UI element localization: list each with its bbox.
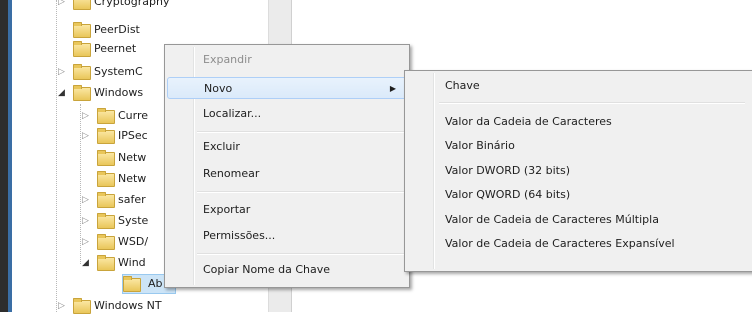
submenu-item-multi-string-value[interactable]: Valor de Cadeia de Caracteres Múltipla bbox=[407, 209, 747, 231]
tree-item-label: Peernet bbox=[94, 42, 137, 55]
folder-icon bbox=[73, 22, 91, 38]
submenu-item-label: Valor da Cadeia de Caracteres bbox=[445, 115, 612, 128]
folder-icon bbox=[97, 150, 115, 166]
submenu-item-label: Valor de Cadeia de Caracteres Múltipla bbox=[445, 213, 659, 226]
menu-item-delete[interactable]: Excluir bbox=[167, 136, 407, 158]
expand-arrow-icon[interactable]: ▷ bbox=[81, 107, 90, 125]
menu-item-label: Novo bbox=[204, 82, 233, 95]
submenu-item-dword-value[interactable]: Valor DWORD (32 bits) bbox=[407, 160, 747, 182]
menu-item-new[interactable]: Novo ▶ bbox=[167, 77, 407, 99]
context-menu: Expandir Novo ▶ Localizar... Excluir Ren… bbox=[164, 44, 410, 288]
submenu-item-label: Valor DWORD (32 bits) bbox=[445, 164, 570, 177]
menu-item-label: Exportar bbox=[203, 203, 251, 216]
window-frame-edge bbox=[0, 0, 8, 312]
tree-item-label: Netw bbox=[118, 151, 147, 164]
submenu-item-label: Valor de Cadeia de Caracteres Expansível bbox=[445, 237, 675, 250]
tree-item-label: Ab bbox=[148, 277, 163, 290]
tree-item-label: WSD/ bbox=[118, 235, 149, 248]
tree-item-label: Wind bbox=[118, 256, 146, 269]
tree-item-label: IPSec bbox=[118, 129, 148, 142]
collapse-arrow-icon[interactable]: ◢ bbox=[57, 84, 66, 102]
menu-item-label: Copiar Nome da Chave bbox=[203, 263, 331, 276]
expand-arrow-icon[interactable]: ▷ bbox=[57, 63, 66, 81]
menu-item-label: Permissões... bbox=[203, 229, 276, 242]
menu-item-export[interactable]: Exportar bbox=[167, 199, 407, 221]
menu-item-permissions[interactable]: Permissões... bbox=[167, 225, 407, 247]
folder-icon bbox=[73, 64, 91, 80]
tree-item-label: PeerDist bbox=[94, 23, 140, 36]
tree-item-label: Cryptography bbox=[94, 0, 170, 8]
expand-arrow-icon[interactable]: ▷ bbox=[81, 212, 90, 230]
tree-item-label: Syste bbox=[118, 214, 149, 227]
menu-separator bbox=[197, 253, 405, 255]
menu-item-label: Expandir bbox=[203, 53, 252, 66]
folder-open-icon bbox=[73, 85, 91, 101]
submenu-item-string-value[interactable]: Valor da Cadeia de Caracteres bbox=[407, 111, 747, 133]
expand-arrow-icon[interactable]: ▷ bbox=[81, 191, 90, 209]
folder-icon bbox=[73, 0, 91, 10]
folder-icon bbox=[97, 213, 115, 229]
submenu-item-binary-value[interactable]: Valor Binário bbox=[407, 135, 747, 157]
expand-arrow-icon[interactable]: ▷ bbox=[57, 297, 66, 315]
submenu-arrow-icon: ▶ bbox=[389, 84, 396, 93]
tree-item-label: Windows NT bbox=[94, 299, 162, 312]
expand-arrow-icon[interactable]: ▷ bbox=[81, 233, 90, 251]
submenu-item-label: Chave bbox=[445, 79, 480, 92]
folder-icon bbox=[97, 234, 115, 250]
submenu-item-qword-value[interactable]: Valor QWORD (64 bits) bbox=[407, 184, 747, 206]
folder-icon bbox=[123, 276, 141, 292]
tree-item-label: Windows bbox=[94, 86, 144, 99]
folder-icon bbox=[97, 192, 115, 208]
menu-separator bbox=[197, 131, 405, 133]
folder-icon bbox=[97, 128, 115, 144]
submenu-item-label: Valor QWORD (64 bits) bbox=[445, 188, 571, 201]
submenu-item-key[interactable]: Chave bbox=[407, 75, 747, 97]
tree-item-label: SystemC bbox=[94, 65, 143, 78]
tree-guide-line bbox=[56, 0, 57, 312]
menu-item-label: Renomear bbox=[203, 167, 260, 180]
folder-icon bbox=[97, 108, 115, 124]
menu-item-rename[interactable]: Renomear bbox=[167, 163, 407, 185]
menu-item-copy-key-name[interactable]: Copiar Nome da Chave bbox=[167, 259, 407, 281]
folder-icon bbox=[97, 171, 115, 187]
submenu-item-label: Valor Binário bbox=[445, 139, 515, 152]
menu-item-find[interactable]: Localizar... bbox=[167, 103, 407, 125]
menu-separator bbox=[439, 102, 745, 104]
tree-item-label: Netw bbox=[118, 172, 147, 185]
menu-item-label: Localizar... bbox=[203, 107, 262, 120]
tree-item-label: Curre bbox=[118, 109, 149, 122]
new-submenu: Chave Valor da Cadeia de Caracteres Valo… bbox=[404, 70, 752, 272]
menu-item-label: Excluir bbox=[203, 140, 240, 153]
collapse-arrow-icon[interactable]: ◢ bbox=[81, 254, 90, 272]
submenu-item-expandable-string-value[interactable]: Valor de Cadeia de Caracteres Expansível bbox=[407, 233, 747, 255]
tree-item-label: safer bbox=[118, 193, 146, 206]
menu-separator bbox=[197, 191, 405, 193]
folder-icon bbox=[73, 41, 91, 57]
expand-arrow-icon[interactable]: ▷ bbox=[57, 0, 66, 11]
folder-open-icon bbox=[97, 255, 115, 271]
expand-arrow-icon[interactable]: ▷ bbox=[81, 127, 90, 145]
menu-item-expand: Expandir bbox=[167, 49, 407, 71]
